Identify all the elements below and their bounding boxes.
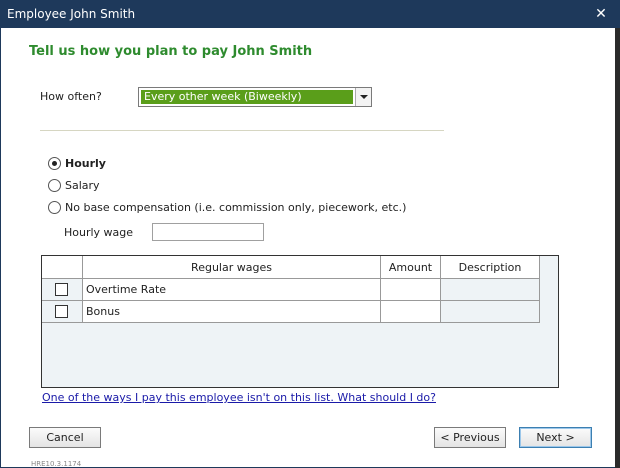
radio-no-base-button[interactable] [48,201,61,214]
employee-dialog: Employee John Smith ✕ Tell us how you pl… [0,0,620,468]
hourly-wage-label: Hourly wage [64,226,134,239]
radio-hourly-button[interactable] [48,157,61,170]
row-amount-input[interactable] [381,279,441,300]
radio-hourly[interactable]: Hourly [48,156,128,172]
column-header-description[interactable]: Description [441,256,540,279]
hourly-wage-input[interactable] [152,223,264,241]
row-checkbox[interactable] [55,283,68,296]
chevron-down-icon[interactable] [355,88,371,106]
row-label: Overtime Rate [83,279,381,300]
help-link[interactable]: One of the ways I pay this employee isn'… [42,391,436,404]
radio-salary[interactable]: Salary [48,178,128,194]
row-checkbox-cell [42,301,83,322]
window-edge [615,28,620,468]
row-amount-input[interactable] [381,301,441,322]
radio-no-base-label[interactable]: No base compensation (i.e. commission on… [65,201,406,214]
close-icon[interactable]: ✕ [593,5,609,23]
cancel-button[interactable]: Cancel [29,427,101,448]
next-button[interactable]: Next > [519,427,592,448]
row-description-input[interactable] [441,279,540,300]
radio-salary-label[interactable]: Salary [65,179,100,192]
column-header-amount[interactable]: Amount [381,256,441,279]
how-often-label: How often? [40,90,102,103]
section-divider [40,130,444,131]
radio-no-base[interactable]: No base compensation (i.e. commission on… [48,200,406,216]
checkbox-column-header [42,256,83,279]
previous-button[interactable]: < Previous [434,427,506,448]
row-checkbox-cell [42,279,83,300]
row-checkbox[interactable] [55,305,68,318]
radio-hourly-label[interactable]: Hourly [65,157,106,170]
page-heading: Tell us how you plan to pay John Smith [29,44,313,59]
footer-code: HRE10.3.1174 [31,460,82,468]
how-often-selected-value: Every other week (Biweekly) [141,90,353,104]
table-row: Bonus [42,301,540,323]
wages-table: Regular wages Amount Description Overtim… [41,255,559,388]
row-label: Bonus [83,301,381,322]
column-header-regular-wages[interactable]: Regular wages [83,256,381,279]
how-often-select[interactable]: Every other week (Biweekly) [138,87,372,107]
table-row: Overtime Rate [42,279,540,301]
radio-salary-button[interactable] [48,179,61,192]
title-bar: Employee John Smith ✕ [1,1,619,28]
window-title: Employee John Smith [7,7,136,21]
table-header: Regular wages Amount Description [42,256,540,279]
row-description-input[interactable] [441,301,540,322]
